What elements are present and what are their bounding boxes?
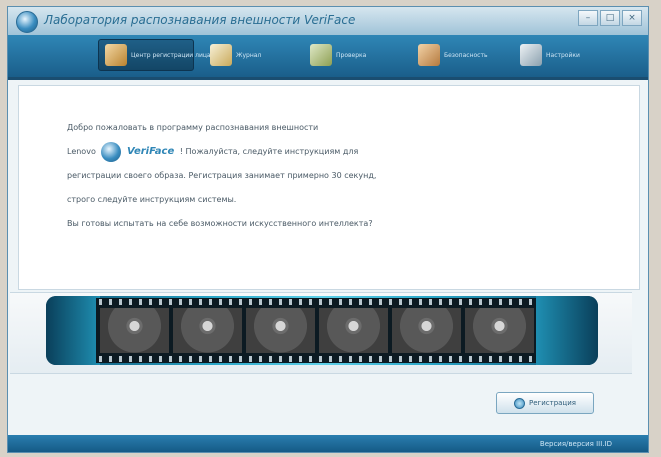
tab-settings[interactable]: Настройки: [514, 39, 610, 71]
status-bar: Версия/версия III.ID: [8, 435, 648, 452]
title-bar: Лаборатория распознавания внешности Veri…: [8, 7, 648, 35]
face-registration-icon: [105, 44, 127, 66]
filmstrip-cap-right: [536, 296, 598, 365]
register-button[interactable]: Регистрация: [496, 392, 594, 414]
maximize-button[interactable]: □: [600, 10, 620, 26]
film-frame: [319, 308, 388, 353]
filmstrip-sprockets-top: [96, 299, 536, 305]
film-frame: [173, 308, 242, 353]
log-icon: [210, 44, 232, 66]
welcome-line-2-suffix: ! Пожалуйста, следуйте инструкциям для: [179, 147, 359, 156]
tab-verify[interactable]: Проверка: [304, 39, 400, 71]
verify-icon: [310, 44, 332, 66]
filmstrip: [96, 298, 536, 363]
window-title: Лаборатория распознавания внешности Veri…: [44, 13, 356, 27]
settings-icon: [520, 44, 542, 66]
register-icon: [514, 397, 526, 409]
brand-name: VeriFace: [126, 146, 175, 157]
tab-label: Настройки: [546, 51, 580, 59]
veriface-logo-icon: [16, 11, 38, 33]
register-button-label: Регистрация: [529, 399, 576, 407]
welcome-text: Добро пожаловать в программу распознаван…: [67, 116, 376, 236]
film-frame: [246, 308, 315, 353]
welcome-line-3: регистрации своего образа. Регистрация з…: [67, 171, 377, 180]
tab-label: Журнал: [236, 51, 262, 59]
veriface-inline-logo-icon: [101, 141, 122, 162]
tab-log[interactable]: Журнал: [204, 39, 294, 71]
minimize-button[interactable]: –: [578, 10, 598, 26]
security-icon: [418, 44, 440, 66]
film-frame: [100, 308, 169, 353]
tab-label: Проверка: [336, 51, 367, 59]
film-frame: [465, 308, 534, 353]
main-toolbar: Центр регистрации лица Журнал Проверка Б…: [8, 35, 648, 80]
welcome-line-1: Добро пожаловать в программу распознаван…: [67, 123, 319, 132]
close-button[interactable]: ×: [622, 10, 642, 26]
tab-security[interactable]: Безопасность: [412, 39, 508, 71]
filmstrip-cap-left: [46, 296, 100, 365]
vendor-name: Lenovo: [67, 147, 96, 156]
app-window: Лаборатория распознавания внешности Veri…: [7, 6, 649, 453]
filmstrip-sprockets-bottom: [96, 356, 536, 362]
tab-face-registration[interactable]: Центр регистрации лица: [98, 39, 211, 71]
welcome-line-4: строго следуйте инструкциям системы.: [67, 195, 237, 204]
welcome-line-5: Вы готовы испытать на себе возможности и…: [67, 219, 373, 228]
welcome-line-2: Lenovo VeriFace ! Пожалуйста, следуйте и…: [67, 140, 376, 164]
tab-label: Центр регистрации лица: [131, 51, 211, 59]
window-controls: – □ ×: [578, 10, 642, 26]
welcome-panel: Добро пожаловать в программу распознаван…: [18, 85, 640, 290]
tab-label: Безопасность: [444, 51, 488, 59]
version-label: Версия/версия III.ID: [539, 440, 612, 448]
film-frame: [392, 308, 461, 353]
